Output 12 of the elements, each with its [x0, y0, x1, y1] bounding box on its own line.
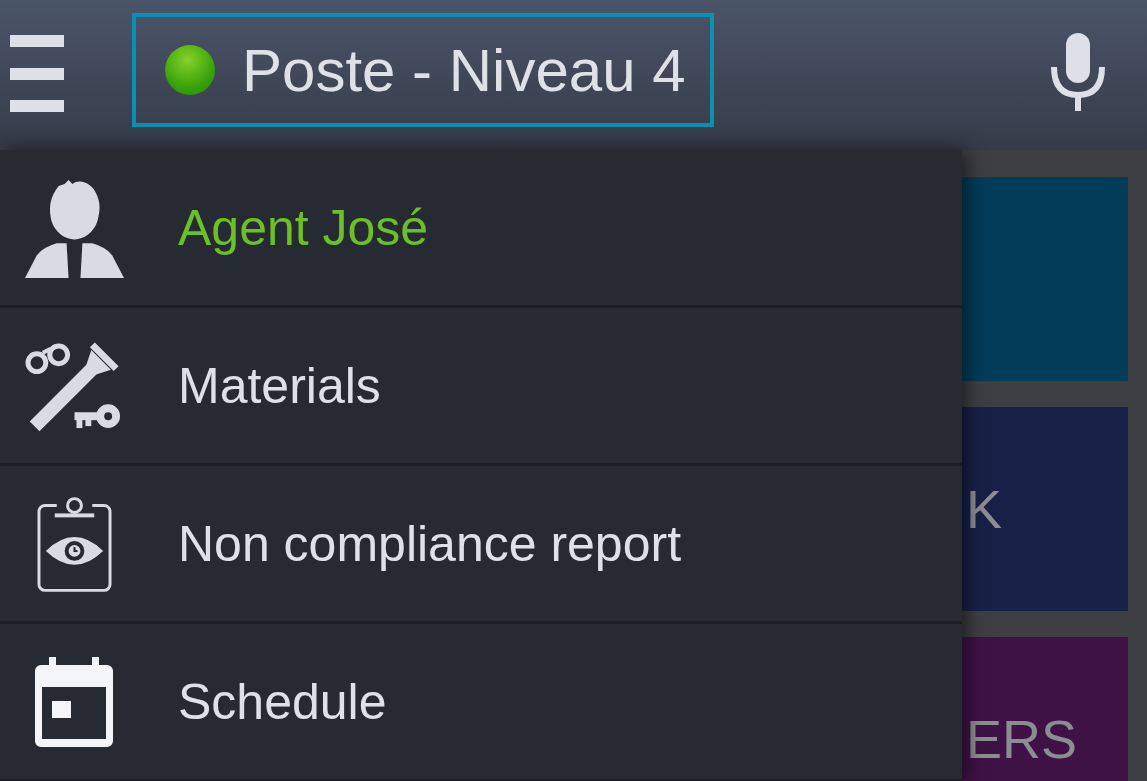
drawer-item[interactable]: Materials — [0, 308, 962, 466]
menu-icon[interactable] — [10, 35, 64, 112]
dashboard-tile[interactable]: ERS — [962, 637, 1128, 781]
profile-item[interactable]: Agent José — [0, 150, 962, 308]
microphone-icon[interactable] — [1049, 33, 1107, 111]
drawer-item[interactable]: Non compliance report — [0, 466, 962, 624]
calendar-icon — [35, 656, 113, 747]
clipboard-eye-icon — [36, 494, 112, 593]
drawer-item[interactable]: Schedule — [0, 624, 962, 781]
dashboard-tile[interactable] — [962, 177, 1128, 381]
title-button[interactable]: Poste - Niveau 4 — [132, 13, 714, 127]
dashboard-tile[interactable]: K — [962, 407, 1128, 611]
